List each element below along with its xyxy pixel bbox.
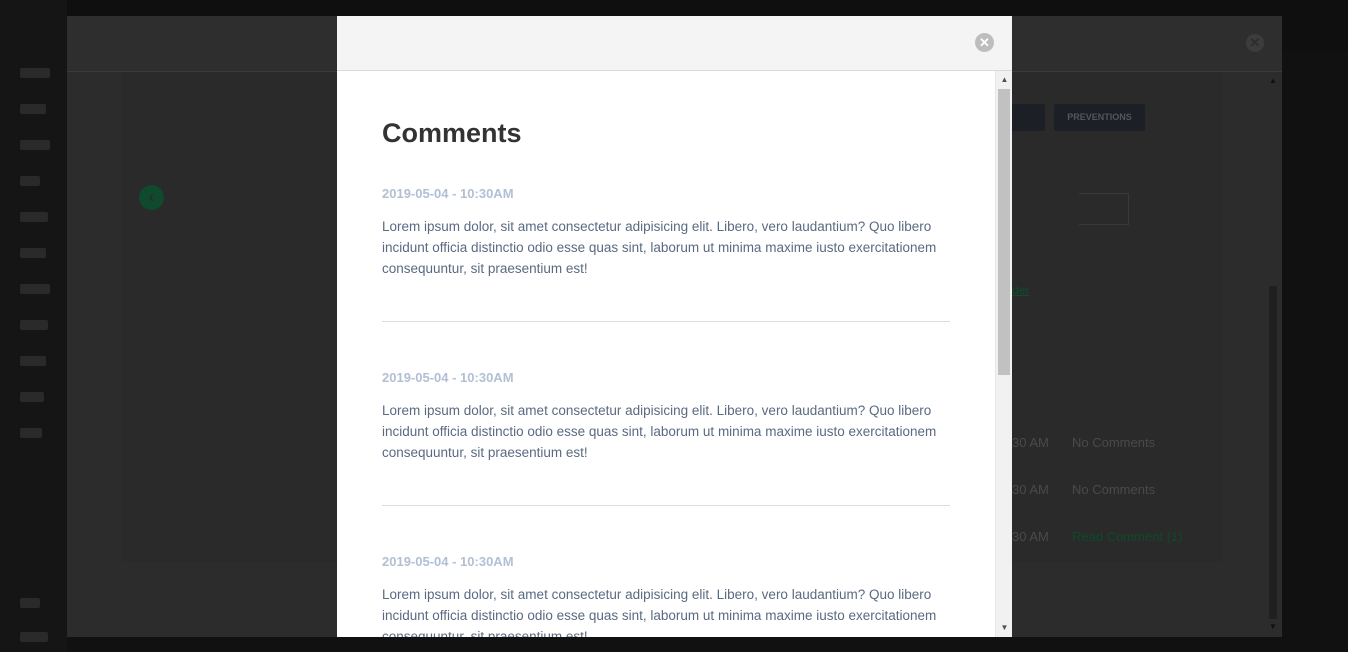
sidebar-item[interactable] [20, 176, 40, 186]
page-title: Comments [382, 118, 522, 148]
table-cell-comments: No Comments [1072, 482, 1156, 497]
sidebar-item[interactable] [20, 140, 50, 150]
table-cell-time: 30 AM [1012, 482, 1049, 497]
comment-text: Lorem ipsum dolor, sit amet consectetur … [382, 587, 937, 637]
close-icon[interactable]: ✕ [975, 33, 994, 52]
read-comment-link[interactable]: Read Comment (1) [1072, 529, 1183, 544]
table-cell-time: 30 AM [1012, 435, 1049, 450]
background-link[interactable]: der [1012, 283, 1029, 297]
sidebar-item[interactable] [20, 598, 40, 608]
app-sidebar [0, 0, 67, 652]
comment-date: 2019-05-04 - 10:30AM [382, 186, 514, 201]
sidebar-item[interactable] [20, 356, 46, 366]
modal-body: Comments 2019-05-04 - 10:30AM Lorem ipsu… [337, 71, 995, 637]
modal-scrollbar[interactable]: ▲ ▼ [995, 71, 1012, 637]
sidebar-item[interactable] [20, 320, 48, 330]
table-cell-comments: No Comments [1072, 435, 1156, 450]
comment-text: Lorem ipsum dolor, sit amet consectetur … [382, 219, 937, 276]
background-close-icon[interactable]: ✕ [1246, 34, 1264, 52]
scroll-thumb[interactable] [998, 89, 1010, 375]
background-scrollbar[interactable]: ▲ ▼ [1267, 76, 1278, 631]
sidebar-item[interactable] [20, 68, 50, 78]
comment-item: 2019-05-04 - 10:30AM Lorem ipsum dolor, … [382, 370, 950, 463]
scroll-down-icon[interactable]: ▼ [1269, 622, 1277, 631]
modal-header: ✕ [337, 16, 1012, 71]
background-input[interactable] [1079, 193, 1129, 225]
sidebar-item[interactable] [20, 104, 46, 114]
comment-item: 2019-05-04 - 10:30AM Lorem ipsum dolor, … [382, 554, 950, 637]
comments-modal: ✕ Comments 2019-05-04 - 10:30AM Lorem ip… [337, 16, 1012, 637]
background-scroll-thumb[interactable] [1269, 286, 1277, 619]
scroll-up-icon[interactable]: ▲ [996, 73, 1012, 87]
sidebar-item[interactable] [20, 212, 48, 222]
divider [382, 321, 950, 322]
table-cell-time: 30 AM [1012, 529, 1049, 544]
background-button[interactable] [1012, 104, 1045, 131]
scroll-down-icon[interactable]: ▼ [996, 621, 1012, 635]
sidebar-item[interactable] [20, 248, 46, 258]
sidebar-item[interactable] [20, 392, 44, 402]
comment-item: 2019-05-04 - 10:30AM Lorem ipsum dolor, … [382, 186, 950, 279]
sidebar-item[interactable] [20, 428, 42, 438]
scroll-up-icon[interactable]: ▲ [1269, 76, 1277, 85]
sidebar-item[interactable] [20, 284, 50, 294]
comment-text: Lorem ipsum dolor, sit amet consectetur … [382, 403, 937, 460]
sidebar-item[interactable] [20, 632, 48, 642]
comment-date: 2019-05-04 - 10:30AM [382, 554, 514, 569]
comment-date: 2019-05-04 - 10:30AM [382, 370, 514, 385]
preventions-button[interactable]: PREVENTIONS [1054, 104, 1145, 131]
divider [382, 505, 950, 506]
back-arrow-icon[interactable]: ‹ [139, 185, 164, 210]
